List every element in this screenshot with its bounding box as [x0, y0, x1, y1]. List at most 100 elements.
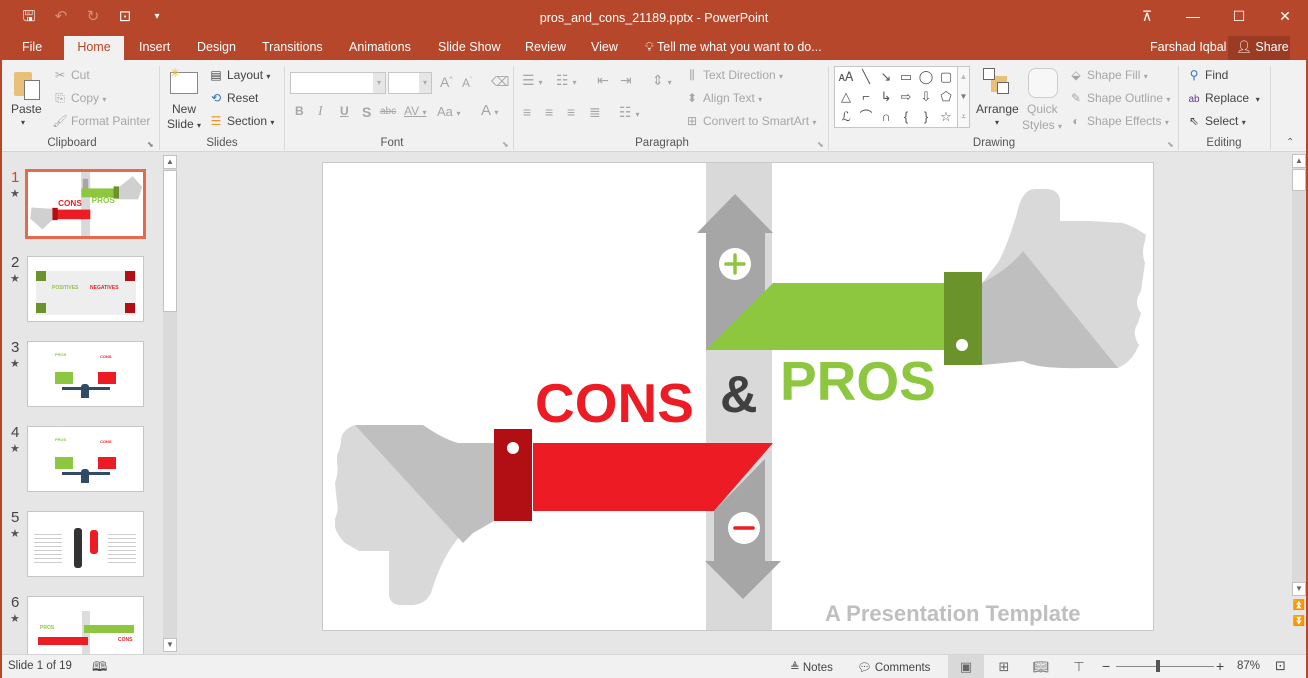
scroll-up-icon[interactable]: ▲ [1292, 154, 1306, 168]
slide-thumbnail-4[interactable]: PROS CONS [27, 426, 144, 492]
scroll-down-icon[interactable]: ▼ [1292, 582, 1306, 596]
font-size-combo[interactable]: ▾ [388, 72, 432, 94]
normal-view-button[interactable]: ▣ [948, 655, 984, 678]
slide-thumbnail-6[interactable]: PROS CONS [27, 596, 144, 654]
increase-font-size-button[interactable]: A^ [440, 74, 453, 90]
numbering-button[interactable]: ☷ ▾ [556, 72, 576, 89]
format-painter-button[interactable]: 🖌︎ Format Painter [52, 114, 150, 128]
star-shape-icon[interactable]: ☆ [936, 107, 956, 127]
tab-insert[interactable]: Insert [129, 36, 180, 60]
gallery-down-icon[interactable]: ▼ [958, 87, 969, 107]
tab-home[interactable]: Home [64, 36, 124, 60]
drawing-launcher-icon[interactable]: ⬊ [1167, 140, 1174, 149]
tab-transitions[interactable]: Transitions [252, 36, 333, 60]
elbow-connector-shape-icon[interactable]: ⌐ [856, 87, 876, 107]
convert-smartart-button[interactable]: ⊞ Convert to SmartArt ▾ [684, 114, 816, 128]
spell-check-icon[interactable]: 🕮︎ [92, 658, 107, 678]
shape-outline-button[interactable]: ✎ Shape Outline ▾ [1068, 91, 1170, 105]
fit-to-window-icon[interactable]: ⊡ [1275, 658, 1286, 674]
tab-view[interactable]: View [581, 36, 628, 60]
freeform-shape-icon[interactable]: ⬠ [936, 87, 956, 107]
slide-scrollbar[interactable]: ▲ ▼ ⏫ ⏬ [1291, 154, 1306, 652]
slide-thumbnail-2[interactable]: POSITIVES NEGATIVES [27, 256, 144, 322]
underline-button[interactable]: U [340, 104, 349, 118]
zoom-slider-thumb[interactable] [1156, 660, 1160, 672]
arc-shape-icon[interactable]: ⌒ [856, 107, 876, 127]
italic-button[interactable]: I [318, 104, 323, 120]
reset-button[interactable]: ⟲ Reset [208, 91, 258, 105]
decrease-font-size-button[interactable]: Aˇ [462, 76, 472, 90]
scroll-up-icon[interactable]: ▲ [163, 155, 177, 169]
user-name[interactable]: Farshad Iqbal [1150, 36, 1226, 59]
shape-effects-button[interactable]: ◐ Shape Effects ▾ [1068, 114, 1168, 128]
text-direction-button[interactable]: ⫼ Text Direction ▾ [684, 68, 783, 83]
tab-review[interactable]: Review [515, 36, 576, 60]
slide-canvas[interactable]: CONS & PROS A Presentation Template [322, 162, 1154, 631]
slide-thumbnail-3[interactable]: PROS CONS [27, 341, 144, 407]
oval-shape-icon[interactable]: ◯ [916, 67, 936, 87]
tab-design[interactable]: Design [187, 36, 246, 60]
strikethrough-button[interactable]: abc [380, 106, 396, 117]
increase-indent-icon[interactable]: ⇥ [620, 72, 632, 89]
decrease-indent-icon[interactable]: ⇤ [597, 72, 609, 89]
paste-button[interactable]: Paste [11, 102, 42, 116]
slide-thumbnail-5[interactable] [27, 511, 144, 577]
font-name-combo[interactable]: ▾ [290, 72, 386, 94]
tab-file[interactable]: File [12, 36, 52, 60]
paragraph-launcher-icon[interactable]: ⬊ [817, 140, 824, 149]
previous-slide-icon[interactable]: ⏫ [1292, 600, 1306, 611]
clipboard-launcher-icon[interactable]: ⬊ [147, 140, 154, 149]
zoom-in-button[interactable]: + [1216, 658, 1224, 674]
elbow-arrow-shape-icon[interactable]: ↳ [876, 87, 896, 107]
next-slide-icon[interactable]: ⏬ [1292, 616, 1306, 627]
slide-sorter-button[interactable]: ⊞ [986, 655, 1022, 678]
line-shape-icon[interactable]: ╲ [856, 67, 876, 87]
gallery-up-icon[interactable]: ▲ [958, 67, 969, 87]
ribbon-display-options-icon[interactable]: ⊼ [1124, 0, 1170, 32]
slide-thumbnail-1[interactable]: CONS PROS [25, 169, 146, 239]
ampersand[interactable]: & [720, 365, 758, 425]
clear-formatting-icon[interactable]: ⌫ [491, 74, 509, 90]
character-spacing-button[interactable]: AV ▾ [404, 104, 426, 118]
quick-styles-dropdown[interactable]: Styles ▾ [1022, 118, 1062, 132]
triangle-shape-icon[interactable]: △ [836, 87, 856, 107]
collapse-ribbon-icon[interactable]: ⌃ [1286, 137, 1294, 148]
gallery-scroll[interactable]: ▲ ▼ ⩡ [957, 66, 970, 128]
curve-shape-icon[interactable]: ∩ [876, 107, 896, 127]
text-shadow-button[interactable]: S [362, 104, 371, 120]
quick-styles-button[interactable]: Quick [1027, 102, 1058, 116]
scrollbar-thumb[interactable] [1292, 169, 1306, 191]
align-center-icon[interactable]: ≡ [545, 104, 553, 120]
zoom-out-button[interactable]: − [1102, 658, 1110, 674]
rounded-rectangle-shape-icon[interactable]: ▢ [936, 67, 956, 87]
font-name-dropdown-icon[interactable]: ▾ [373, 73, 385, 93]
shapes-gallery[interactable]: 🗚 ╲ ↘ ▭ ◯ ▢ △ ⌐ ↳ ⇨ ⇩ ⬠ ℒ ⌒ ∩ { } ☆ [834, 66, 958, 128]
pros-title[interactable]: PROS [780, 349, 936, 413]
paste-icon[interactable] [12, 66, 42, 100]
maximize-icon[interactable]: ☐ [1216, 0, 1262, 32]
comments-button[interactable]: 💬︎ Comments [857, 660, 930, 674]
new-slide-button[interactable]: New [172, 102, 196, 116]
gallery-more-icon[interactable]: ⩡ [958, 107, 969, 127]
tell-me-search[interactable]: 💡︎ Tell me what you want to do... [645, 36, 822, 59]
align-text-button[interactable]: ⬍ Align Text ▾ [684, 91, 762, 105]
replace-button[interactable]: ab Replace ▾ [1186, 91, 1259, 105]
paste-dropdown-icon[interactable]: ▾ [21, 118, 25, 127]
scroll-track[interactable] [1292, 154, 1306, 594]
columns-button[interactable]: ☷ ▾ [619, 104, 639, 121]
arrange-icon[interactable] [983, 68, 1011, 96]
share-button[interactable]: 👤︎ Share [1228, 36, 1290, 60]
font-launcher-icon[interactable]: ⬊ [502, 140, 509, 149]
rectangle-shape-icon[interactable]: ▭ [896, 67, 916, 87]
zoom-slider[interactable] [1116, 666, 1214, 667]
textbox-shape-icon[interactable]: 🗚 [836, 67, 856, 87]
align-left-icon[interactable]: ≡ [523, 104, 531, 120]
font-size-dropdown-icon[interactable]: ▾ [419, 73, 431, 93]
layout-button[interactable]: ▤ Layout ▾ [208, 68, 270, 82]
right-brace-shape-icon[interactable]: } [916, 107, 936, 127]
arrange-button[interactable]: Arrange [976, 102, 1019, 116]
arrange-dropdown-icon[interactable]: ▾ [995, 118, 999, 127]
close-icon[interactable]: ✕ [1262, 0, 1308, 32]
font-color-button[interactable]: A ▾ [481, 102, 498, 119]
new-slide-dropdown[interactable]: Slide ▾ [167, 117, 201, 131]
